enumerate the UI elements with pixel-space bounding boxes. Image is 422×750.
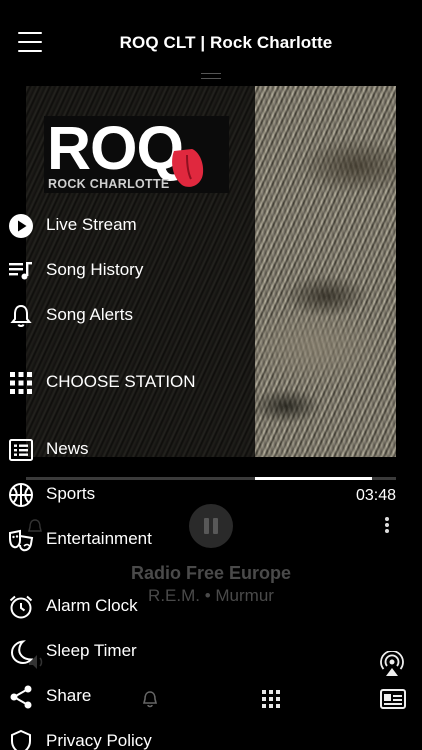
- airplay-icon[interactable]: [378, 651, 406, 677]
- menu-item-label: Sleep Timer: [46, 641, 137, 660]
- menu-item-privacy-policy[interactable]: Privacy Policy: [0, 724, 260, 750]
- menu-item-label: CHOOSE STATION: [46, 372, 196, 391]
- menu-item-share[interactable]: Share: [0, 679, 260, 713]
- menu-item-label: Entertainment: [46, 529, 152, 548]
- menu-item-label: Live Stream: [46, 215, 137, 234]
- header-bar: ROQ CLT | Rock Charlotte: [0, 0, 422, 86]
- logo-tongue-icon: [172, 149, 204, 187]
- moon-icon: [10, 640, 34, 665]
- menu-item-news[interactable]: News: [0, 432, 260, 466]
- station-logo: ROQ ROCK CHARLOTTE: [44, 116, 229, 193]
- elapsed-time: 03:48: [355, 487, 396, 504]
- bottom-grid-icon[interactable]: [262, 690, 280, 708]
- alarm-clock-icon: [9, 595, 33, 619]
- logo-wordmark: ROQ: [47, 114, 184, 182]
- bell-icon: [10, 304, 32, 327]
- menu-item-song-alerts[interactable]: Song Alerts: [0, 298, 260, 332]
- artwork-texture: [255, 86, 396, 457]
- menu-item-choose-station[interactable]: CHOOSE STATION: [0, 365, 260, 399]
- theater-masks-icon: [9, 529, 34, 552]
- menu-item-live-stream[interactable]: Live Stream: [0, 208, 260, 242]
- grid-icon: [10, 372, 32, 394]
- menu-item-sleep-timer[interactable]: Sleep Timer: [0, 634, 260, 668]
- drag-handle-icon[interactable]: [201, 73, 221, 79]
- playlist-icon: [9, 262, 32, 280]
- menu-item-label: Sports: [46, 484, 96, 503]
- logo-subtitle: ROCK CHARLOTTE: [48, 177, 170, 191]
- track-title: Radio Free Europe: [130, 563, 292, 583]
- hamburger-menu-icon[interactable]: [18, 32, 42, 54]
- news-icon: [9, 439, 33, 461]
- contact-card-icon[interactable]: [380, 689, 406, 709]
- play-circle-icon: [9, 214, 33, 238]
- menu-item-label: Share: [46, 686, 92, 705]
- page-title: ROQ CLT | Rock Charlotte: [119, 33, 333, 52]
- share-icon: [10, 685, 32, 709]
- more-options-icon[interactable]: [385, 517, 389, 533]
- menu-item-entertainment[interactable]: Entertainment: [0, 522, 260, 556]
- menu-item-alarm-clock[interactable]: Alarm Clock: [0, 589, 260, 623]
- menu-item-label: Privacy Policy: [46, 731, 152, 750]
- menu-item-sports[interactable]: Sports: [0, 477, 260, 511]
- menu-item-label: Alarm Clock: [46, 596, 138, 615]
- menu-item-label: Song Alerts: [46, 305, 133, 324]
- menu-item-label: Song History: [46, 260, 144, 279]
- basketball-icon: [9, 483, 33, 507]
- shield-icon: [11, 729, 31, 750]
- menu-item-song-history[interactable]: Song History: [0, 253, 260, 287]
- menu-item-label: News: [46, 439, 89, 458]
- progress-fill: [255, 477, 372, 480]
